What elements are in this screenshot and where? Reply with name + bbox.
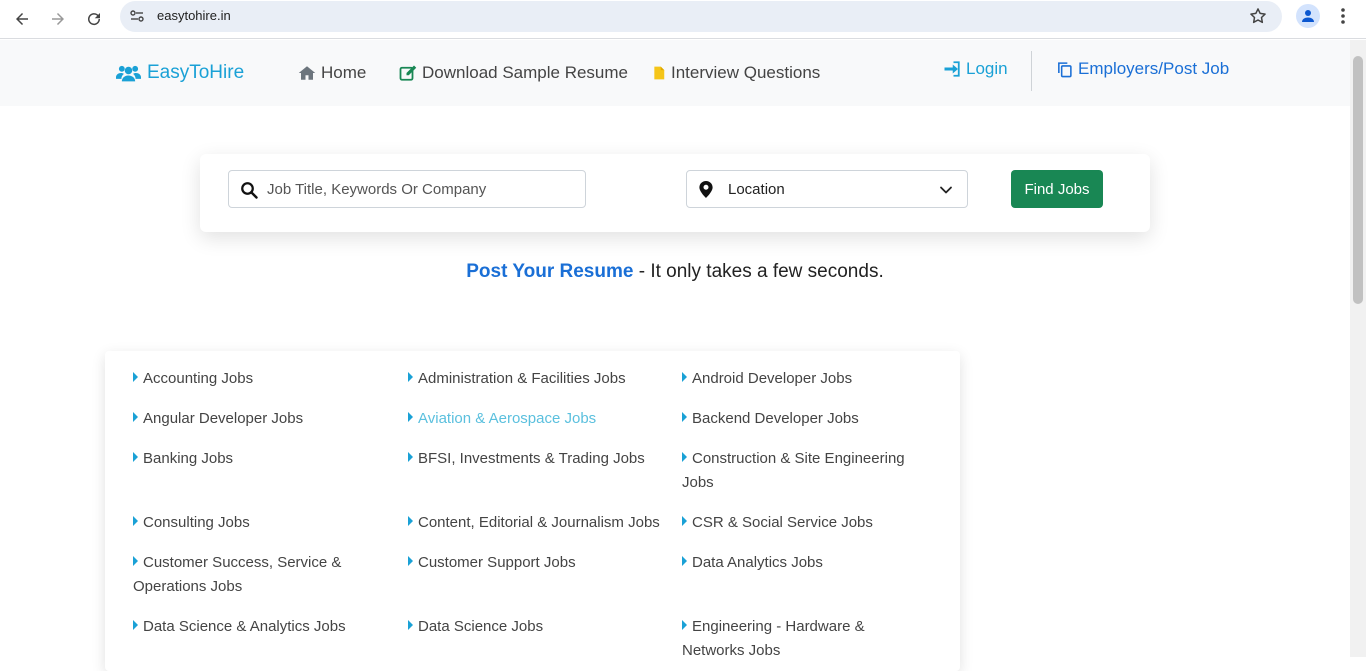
file-icon [654,66,665,80]
job-search-card: Location Find Jobs [200,154,1150,232]
category-link[interactable]: Administration & Facilities Jobs [408,367,658,391]
caret-right-icon [408,620,413,630]
address-bar[interactable]: easytohire.in [120,1,1282,32]
category-link[interactable]: Customer Support Jobs [408,551,658,575]
caret-right-icon [408,556,413,566]
category-link[interactable]: Banking Jobs [133,447,383,471]
browser-toolbar: easytohire.in [0,0,1366,39]
nav-interview-label: Interview Questions [671,63,821,82]
map-pin-icon [699,181,713,198]
login-link[interactable]: Login [943,59,1008,79]
back-button[interactable] [7,4,37,34]
caret-right-icon [133,556,138,566]
find-jobs-button[interactable]: Find Jobs [1011,170,1103,208]
caret-right-icon [133,620,138,630]
category-link[interactable]: Engineering - Hardware & Networks Jobs [682,615,887,663]
category-link[interactable]: Data Science & Analytics Jobs [133,615,383,639]
nav-download-label: Download Sample Resume [422,63,628,82]
person-icon [1302,10,1314,22]
caret-right-icon [408,452,413,462]
arrow-right-icon [52,13,64,25]
caret-right-icon [408,372,413,382]
job-categories-card: Accounting Jobs Administration & Facilit… [105,351,960,671]
category-link[interactable]: Content, Editorial & Journalism Jobs [408,511,670,535]
brand-name: EasyToHire [147,62,245,83]
category-link[interactable]: Android Developer Jobs [682,367,932,391]
search-icon [241,182,258,199]
keyword-search-box[interactable] [228,170,586,208]
category-link[interactable]: Accounting Jobs [133,367,383,391]
site-navbar: EasyToHire Home Download Sample Resume I… [0,40,1350,106]
caret-right-icon [682,556,687,566]
category-link[interactable]: Backend Developer Jobs [682,407,932,431]
location-select[interactable]: Location [686,170,968,208]
category-link[interactable]: CSR & Social Service Jobs [682,511,932,535]
caret-right-icon [682,452,687,462]
home-icon [298,66,316,80]
edit-icon [399,65,417,81]
caret-right-icon [133,372,138,382]
caret-right-icon [408,412,413,422]
keyword-input[interactable] [267,172,577,206]
bookmark-star-icon[interactable] [1248,6,1268,26]
caret-right-icon [133,516,138,526]
category-link[interactable]: Aviation & Aerospace Jobs [408,407,658,431]
sign-in-icon [944,61,960,77]
category-link[interactable]: Data Science Jobs [408,615,658,639]
nav-interview-questions[interactable]: Interview Questions [652,63,820,83]
caret-right-icon [408,516,413,526]
more-menu-icon[interactable] [1333,6,1353,26]
category-link[interactable]: Consulting Jobs [133,511,383,535]
reload-button[interactable] [79,4,109,34]
location-value: Location [728,181,785,198]
post-resume-tagline: Post Your Resume - It only takes a few s… [0,261,1350,283]
post-resume-link[interactable]: Post Your Resume [466,261,633,282]
caret-right-icon [133,412,138,422]
url-text[interactable]: easytohire.in [157,8,231,23]
caret-right-icon [682,516,687,526]
caret-right-icon [682,372,687,382]
employers-label: Employers/Post Job [1078,59,1230,78]
nav-home-label: Home [321,63,367,82]
header-divider [1031,51,1032,91]
copy-icon [1058,61,1072,77]
profile-avatar[interactable] [1296,4,1320,28]
employers-post-job-link[interactable]: Employers/Post Job [1056,59,1229,79]
scrollbar-thumb[interactable] [1353,56,1363,304]
login-label: Login [966,59,1008,78]
reload-icon [88,13,101,26]
caret-right-icon [133,452,138,462]
chevron-down-icon [940,186,952,194]
category-link[interactable]: Construction & Site Engineering Jobs [682,447,917,495]
tagline-text: - It only takes a few seconds. [638,261,884,282]
category-link[interactable]: Data Analytics Jobs [682,551,932,575]
brand-logo[interactable]: EasyToHire [116,62,244,84]
caret-right-icon [682,620,687,630]
page-scrollbar[interactable] [1350,40,1366,657]
arrow-left-icon [16,13,28,25]
nav-home[interactable]: Home [298,63,366,83]
category-link[interactable]: Angular Developer Jobs [133,407,383,431]
category-link[interactable]: Customer Success, Service & Operations J… [133,551,355,599]
site-settings-icon[interactable] [129,8,145,24]
nav-download-sample-resume[interactable]: Download Sample Resume [399,63,628,83]
forward-button[interactable] [43,4,73,34]
users-icon [116,65,141,82]
category-link[interactable]: BFSI, Investments & Trading Jobs [408,447,658,471]
caret-right-icon [682,412,687,422]
